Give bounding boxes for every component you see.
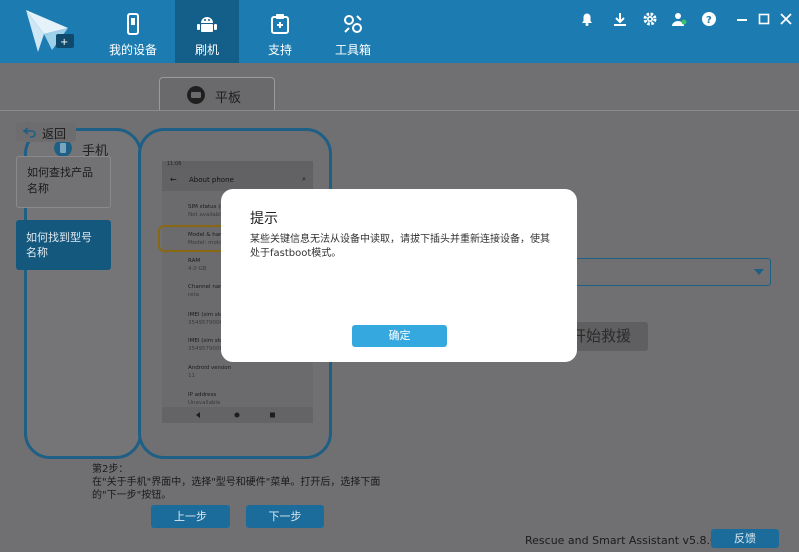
phone-setting-item: RAM 4.0 GB — [188, 257, 207, 273]
tab-tablet[interactable]: 平板 — [159, 77, 275, 111]
user-icon[interactable] — [671, 11, 687, 27]
back-arrow-icon: ← — [170, 175, 177, 184]
download-icon[interactable] — [612, 11, 628, 27]
step-instruction: 第2步： 在"关于手机"界面中，选择"型号和硬件"菜单。打开后，选择下面的"下一… — [92, 463, 392, 502]
next-step-button[interactable]: 下一步 — [246, 505, 324, 528]
phone-setting-item: Android version 11 — [188, 364, 231, 380]
android-icon — [197, 17, 217, 32]
bell-icon[interactable] — [579, 11, 595, 27]
tab-label: 平板 — [215, 91, 242, 106]
setting-title: Android version — [188, 365, 232, 371]
dialog-title: 提示 — [250, 211, 278, 227]
nav-buttons-icon — [196, 412, 275, 418]
dialog-message: 某些关键信息无法从设备中读取，请拔下插头并重新连接设备，使其处于fastboot… — [250, 234, 550, 259]
setting-sub: reta — [188, 292, 200, 298]
back-button[interactable]: 返回 — [16, 122, 76, 142]
setting-sub: Not available — [188, 212, 225, 218]
maximize-icon[interactable] — [756, 11, 772, 27]
setting-sub: Unavailable — [188, 400, 221, 406]
setting-title: SIM status (s — [188, 204, 224, 210]
help-card-product-name[interactable]: 如何查找产品名称 — [16, 156, 111, 208]
phone-screen-header: ← About phone ⌕ — [162, 169, 313, 191]
step-text: 在"关于手机"界面中，选择"型号和硬件"菜单。打开后，选择下面的"下一步"按钮。 — [92, 477, 381, 501]
help-icon[interactable]: ? — [701, 11, 717, 27]
setting-sub: 4.0 GB — [188, 266, 207, 272]
nav-tab-flash[interactable]: 刷机 — [175, 0, 239, 63]
back-label: 返回 — [42, 127, 67, 141]
confirm-button[interactable]: 确定 — [352, 325, 447, 347]
search-icon: ⌕ — [302, 175, 306, 183]
toolbox-icon — [344, 15, 362, 33]
setting-sub: 11 — [188, 373, 195, 379]
setting-title: Channel nam — [188, 284, 225, 290]
phone-setting-item: IP address Unavailable — [188, 391, 220, 407]
phone-status-bar: 11:06 — [162, 161, 313, 169]
model-dropdown[interactable] — [561, 258, 771, 286]
tablet-icon — [187, 86, 205, 104]
setting-title: RAM — [188, 258, 201, 264]
nav-tab-label: 工具箱 — [334, 43, 371, 57]
svg-text:?: ? — [706, 15, 712, 26]
step-title: 第2步： — [92, 464, 129, 475]
app-logo-icon: + — [26, 10, 74, 52]
chevron-down-icon — [754, 269, 764, 275]
nav-tab-my-device[interactable]: 我的设备 — [101, 0, 165, 63]
phone-setting-item: Channel nam reta — [188, 283, 225, 299]
prev-step-button[interactable]: 上一步 — [151, 505, 230, 528]
setting-title: IP address — [188, 392, 217, 398]
phone-setting-item: SIM status (s Not available — [188, 203, 224, 219]
alert-dialog: 提示 某些关键信息无法从设备中读取，请拔下插头并重新连接设备，使其处于fastb… — [221, 189, 577, 362]
nav-tab-support[interactable]: 支持 — [248, 0, 312, 63]
phone-nav-bar — [162, 407, 313, 423]
minimize-icon[interactable] — [734, 11, 750, 27]
support-icon — [271, 14, 289, 34]
nav-tab-label: 我的设备 — [108, 43, 157, 57]
back-arrow-icon — [23, 127, 36, 138]
nav-tab-label: 刷机 — [194, 43, 219, 57]
feedback-button[interactable]: 反馈 — [711, 529, 779, 548]
phone-screen-title: About phone — [189, 176, 234, 184]
version-label: Rescue and Smart Assistant v5.8.0.25 — [525, 534, 735, 547]
title-bar: + 我的设备 刷机 支持 工具箱 ? — [0, 0, 799, 63]
nav-tab-toolbox[interactable]: 工具箱 — [321, 0, 385, 63]
tab-divider — [0, 110, 799, 111]
phone-icon — [127, 13, 139, 35]
svg-text:+: + — [60, 37, 68, 48]
help-card-model-name[interactable]: 如何找到型号名称 — [16, 220, 111, 270]
gear-icon[interactable] — [642, 11, 658, 27]
nav-tab-label: 支持 — [267, 43, 292, 57]
close-icon[interactable] — [778, 11, 794, 27]
